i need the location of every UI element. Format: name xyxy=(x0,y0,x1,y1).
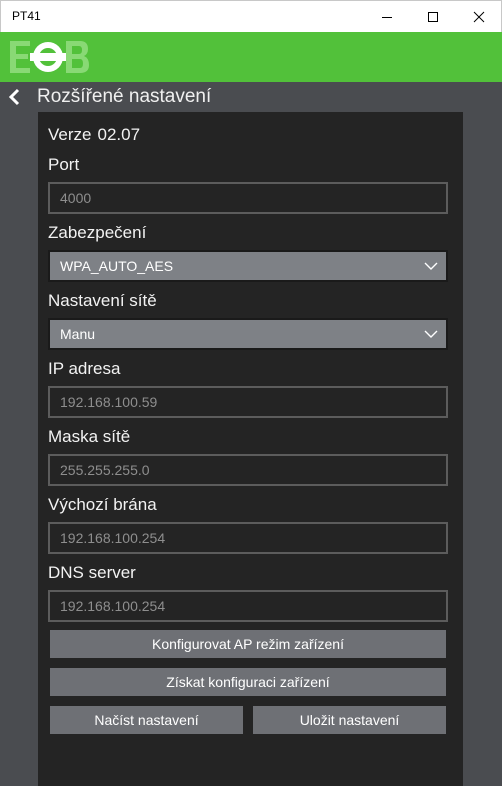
security-value: WPA_AUTO_AES xyxy=(60,258,174,274)
mask-placeholder: 255.255.255.0 xyxy=(60,462,150,478)
version-value: 02.07 xyxy=(97,125,141,144)
ip-label: IP adresa xyxy=(48,359,121,378)
page-header: Rozšířené nastavení xyxy=(0,82,502,112)
network-select[interactable]: Manu xyxy=(48,318,448,350)
load-settings-button[interactable]: Načíst nastavení xyxy=(50,706,243,734)
brand-header xyxy=(0,32,502,82)
maximize-icon xyxy=(428,12,438,22)
minimize-icon xyxy=(382,17,392,18)
ip-placeholder: 192.168.100.59 xyxy=(60,394,158,410)
close-icon xyxy=(473,11,485,23)
port-label: Port xyxy=(48,155,80,174)
gateway-input[interactable]: 192.168.100.254 xyxy=(48,522,448,554)
close-button[interactable] xyxy=(456,1,502,33)
chevron-left-icon[interactable] xyxy=(6,88,24,106)
network-label: Nastavení sítě xyxy=(48,291,157,310)
page-title: Rozšířené nastavení xyxy=(37,86,212,107)
network-value: Manu xyxy=(60,326,96,342)
gateway-placeholder: 192.168.100.254 xyxy=(60,530,166,546)
ip-input[interactable]: 192.168.100.59 xyxy=(48,386,448,418)
window-titlebar: PT41 xyxy=(0,0,502,32)
mask-label: Maska sítě xyxy=(48,427,131,446)
mask-input[interactable]: 255.255.255.0 xyxy=(48,454,448,486)
get-config-button[interactable]: Získat konfiguraci zařízení xyxy=(50,668,446,696)
port-placeholder: 4000 xyxy=(60,190,92,206)
chevron-down-icon xyxy=(424,330,438,338)
version-label: Verze xyxy=(48,125,92,144)
port-input[interactable]: 4000 xyxy=(48,182,448,214)
security-select[interactable]: WPA_AUTO_AES xyxy=(48,250,448,282)
minimize-button[interactable] xyxy=(364,1,410,33)
version-info: Verze 02.07 xyxy=(48,125,140,145)
window-title: PT41 xyxy=(12,9,41,23)
save-settings-button[interactable]: Uložit nastavení xyxy=(253,706,446,734)
maximize-button[interactable] xyxy=(410,1,456,33)
gateway-label: Výchozí brána xyxy=(48,495,157,514)
security-label: Zabezpečení xyxy=(48,223,147,242)
dns-input[interactable]: 192.168.100.254 xyxy=(48,590,448,622)
dns-label: DNS server xyxy=(48,563,136,582)
eob-logo xyxy=(10,41,89,73)
configure-ap-button[interactable]: Konfigurovat AP režim zařízení xyxy=(50,630,446,658)
chevron-down-icon xyxy=(424,262,438,270)
dns-placeholder: 192.168.100.254 xyxy=(60,598,166,614)
